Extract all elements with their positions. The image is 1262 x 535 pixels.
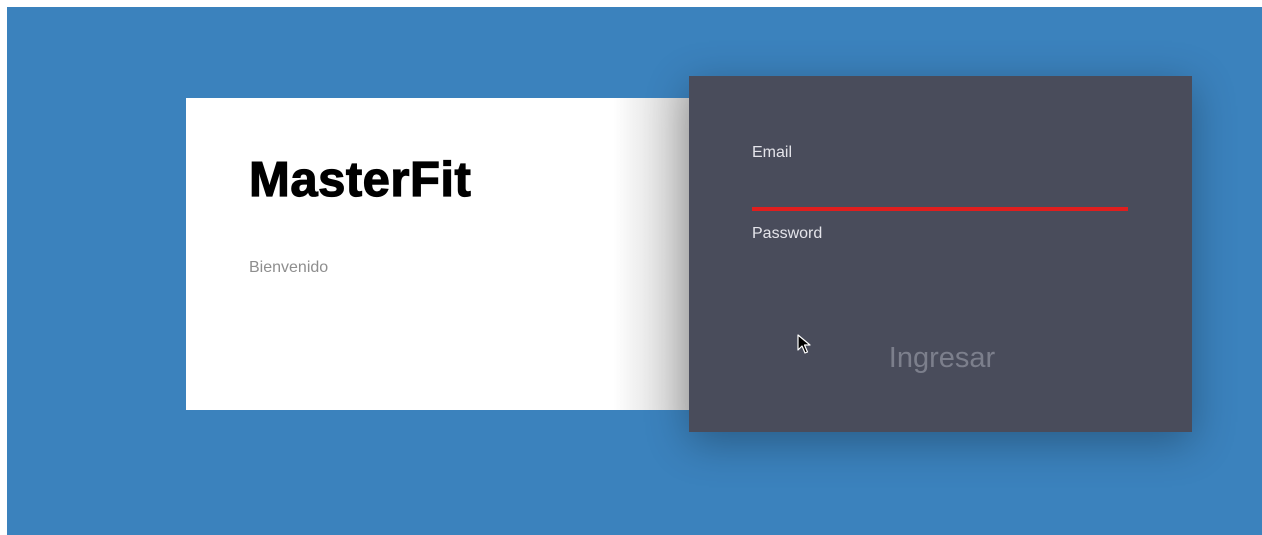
brand-title: MasterFit: [248, 153, 472, 207]
mouse-pointer-icon: [797, 334, 811, 354]
password-field[interactable]: [752, 251, 1128, 291]
page-background: MasterFit Bienvenido Email Password Ingr…: [7, 7, 1262, 535]
email-field[interactable]: [752, 171, 1128, 211]
login-button[interactable]: Ingresar: [872, 338, 1012, 378]
password-label: Password: [752, 225, 823, 242]
welcome-text: Bienvenido: [249, 259, 329, 276]
email-label: Email: [752, 144, 793, 161]
brand-card: MasterFit Bienvenido: [186, 98, 689, 410]
login-form: Email Password Ingresar: [689, 76, 1192, 432]
